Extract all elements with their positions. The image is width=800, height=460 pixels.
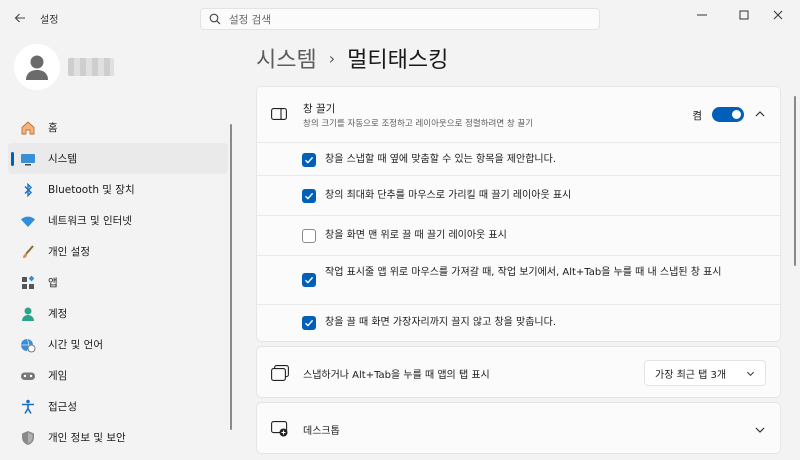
maximize-icon bbox=[739, 10, 749, 20]
checkmark-icon bbox=[305, 319, 314, 327]
paintbrush-icon bbox=[20, 244, 36, 260]
sidebar-item-label: 개인 정보 및 보안 bbox=[48, 432, 126, 444]
alt-tab-dropdown[interactable]: 가장 최근 탭 3개 bbox=[644, 360, 766, 386]
sidebar-item-label: 네트워크 및 인터넷 bbox=[48, 215, 132, 227]
page-title: 멀티태스킹 bbox=[347, 48, 449, 73]
accessibility-icon bbox=[20, 399, 36, 415]
alt-tab-label: 스냅하거나 Alt+Tab을 누를 때 앱의 탭 표시 bbox=[303, 370, 490, 381]
checkmark-icon bbox=[305, 276, 314, 284]
sidebar-item-network[interactable]: 네트워크 및 인터넷 bbox=[8, 205, 228, 236]
sidebar-item-system[interactable]: 시스템 bbox=[8, 143, 228, 174]
sidebar-item-label: Bluetooth 및 장치 bbox=[48, 184, 135, 196]
snap-windows-card: 창 끌기 창의 크기를 자동으로 조정하고 레이아웃으로 정렬하려면 창 끌기 … bbox=[256, 86, 781, 342]
snap-windows-toggle[interactable] bbox=[712, 107, 744, 122]
desktop-add-icon bbox=[271, 421, 288, 437]
globe-clock-icon bbox=[20, 337, 36, 353]
snap-window-icon bbox=[271, 108, 287, 120]
search-box[interactable]: 설정 검색 bbox=[200, 8, 600, 30]
snap-option-suggest: 창을 스냅할 때 옆에 맞춤할 수 있는 항목을 제안합니다. bbox=[257, 142, 780, 175]
sidebar-scrollbar[interactable] bbox=[230, 124, 232, 430]
apps-icon bbox=[20, 275, 36, 291]
checkmark-icon bbox=[305, 192, 314, 200]
toggle-state-label: 켬 bbox=[692, 110, 702, 122]
avatar[interactable] bbox=[14, 44, 60, 90]
minimize-icon bbox=[697, 14, 707, 16]
breadcrumb-parent[interactable]: 시스템 bbox=[256, 42, 317, 74]
checkbox-checked[interactable] bbox=[302, 153, 316, 167]
maximize-button[interactable] bbox=[730, 4, 758, 26]
option-label: 작업 표시줄 앱 위로 마우스를 가져갈 때, 작업 보기에서, Alt+Tab… bbox=[325, 267, 722, 278]
system-monitor-icon bbox=[20, 151, 36, 167]
sidebar-item-label: 시간 및 언어 bbox=[48, 339, 103, 351]
back-arrow-icon bbox=[14, 13, 25, 23]
desktops-card[interactable]: 데스크톱 bbox=[256, 402, 781, 454]
sidebar-item-label: 시스템 bbox=[48, 153, 77, 165]
snap-windows-description: 창의 크기를 자동으로 조정하고 레이아웃으로 정렬하려면 창 끌기 bbox=[303, 119, 534, 129]
sidebar-item-label: 계정 bbox=[48, 308, 68, 320]
sidebar-item-home[interactable]: 홈 bbox=[8, 112, 228, 143]
snap-windows-title: 창 끌기 bbox=[303, 103, 336, 115]
sidebar-item-accounts[interactable]: 계정 bbox=[8, 298, 228, 329]
sidebar-item-label: 게임 bbox=[48, 370, 68, 382]
app-title: 설정 bbox=[40, 15, 59, 26]
option-label: 창을 끌 때 화면 가장자리까지 끌지 않고 창을 맞춥니다. bbox=[325, 317, 557, 328]
checkbox-checked[interactable] bbox=[302, 316, 316, 330]
checkbox-checked[interactable] bbox=[302, 273, 316, 287]
snap-windows-header[interactable]: 창 끌기 창의 크기를 자동으로 조정하고 레이아웃으로 정렬하려면 창 끌기 … bbox=[257, 87, 780, 142]
breadcrumb-separator: › bbox=[328, 48, 336, 68]
breadcrumb: 시스템 › 멀티태스킹 bbox=[256, 42, 448, 74]
checkmark-icon bbox=[305, 156, 314, 164]
snap-option-edge-snap: 창을 끌 때 화면 가장자리까지 끌지 않고 창을 맞춥니다. bbox=[257, 304, 780, 341]
chevron-up-icon[interactable] bbox=[754, 108, 766, 120]
sidebar-item-label: 접근성 bbox=[48, 401, 77, 413]
alt-tab-card: 스냅하거나 Alt+Tab을 누를 때 앱의 탭 표시 가장 최근 탭 3개 bbox=[256, 346, 781, 398]
chevron-down-icon bbox=[746, 371, 755, 377]
sidebar-item-time-language[interactable]: 시간 및 언어 bbox=[8, 329, 228, 360]
user-avatar-icon bbox=[26, 55, 48, 80]
sidebar-item-bluetooth[interactable]: Bluetooth 및 장치 bbox=[8, 174, 228, 205]
account-icon bbox=[20, 306, 36, 322]
close-icon bbox=[773, 10, 783, 20]
title-bar: 설정 설정 검색 bbox=[0, 0, 800, 36]
wifi-icon bbox=[20, 213, 36, 229]
main-content: 창 끌기 창의 크기를 자동으로 조정하고 레이아웃으로 정렬하려면 창 끌기 … bbox=[256, 86, 781, 454]
checkbox-checked[interactable] bbox=[302, 189, 316, 203]
sidebar-item-label: 앱 bbox=[48, 277, 58, 289]
desktops-label: 데스크톱 bbox=[303, 426, 340, 437]
snap-option-maximize-hover: 창의 최대화 단추를 마우스로 가리킬 때 끌기 레이아웃 표시 bbox=[257, 175, 780, 215]
minimize-button[interactable] bbox=[688, 4, 716, 26]
sidebar-item-accessibility[interactable]: 접근성 bbox=[8, 391, 228, 422]
checkbox-unchecked[interactable] bbox=[302, 229, 316, 243]
gamepad-icon bbox=[20, 368, 36, 384]
user-name-blurred bbox=[68, 58, 114, 76]
sidebar-item-personalization[interactable]: 개인 설정 bbox=[8, 236, 228, 267]
main-scrollbar[interactable] bbox=[794, 96, 796, 266]
sidebar-nav: 홈 시스템 Bluetooth 및 장치 네트워크 및 인터넷 개인 설정 앱 bbox=[8, 112, 228, 453]
sidebar-item-apps[interactable]: 앱 bbox=[8, 267, 228, 298]
sidebar-item-privacy[interactable]: 개인 정보 및 보안 bbox=[8, 422, 228, 453]
search-input[interactable]: 설정 검색 bbox=[229, 12, 271, 27]
option-label: 창을 화면 맨 위로 끌 때 끌기 레이아웃 표시 bbox=[325, 230, 507, 241]
option-label: 창을 스냅할 때 옆에 맞춤할 수 있는 항목을 제안합니다. bbox=[325, 154, 557, 165]
shield-icon bbox=[20, 430, 36, 446]
sidebar-item-label: 홈 bbox=[48, 122, 58, 134]
close-button[interactable] bbox=[764, 4, 792, 26]
snap-option-drag-top: 창을 화면 맨 위로 끌 때 끌기 레이아웃 표시 bbox=[257, 215, 780, 255]
sidebar-item-label: 개인 설정 bbox=[48, 246, 90, 258]
home-icon bbox=[20, 120, 36, 136]
snap-option-show-snapped: 작업 표시줄 앱 위로 마우스를 가져갈 때, 작업 보기에서, Alt+Tab… bbox=[257, 255, 780, 304]
sidebar-item-gaming[interactable]: 게임 bbox=[8, 360, 228, 391]
bluetooth-icon bbox=[20, 182, 36, 198]
chevron-down-icon bbox=[755, 427, 765, 433]
back-button[interactable] bbox=[8, 7, 32, 29]
search-icon bbox=[209, 13, 221, 25]
option-label: 창의 최대화 단추를 마우스로 가리킬 때 끌기 레이아웃 표시 bbox=[325, 190, 572, 201]
alt-tab-windows-icon bbox=[271, 365, 289, 381]
dropdown-value: 가장 최근 탭 3개 bbox=[655, 369, 727, 381]
